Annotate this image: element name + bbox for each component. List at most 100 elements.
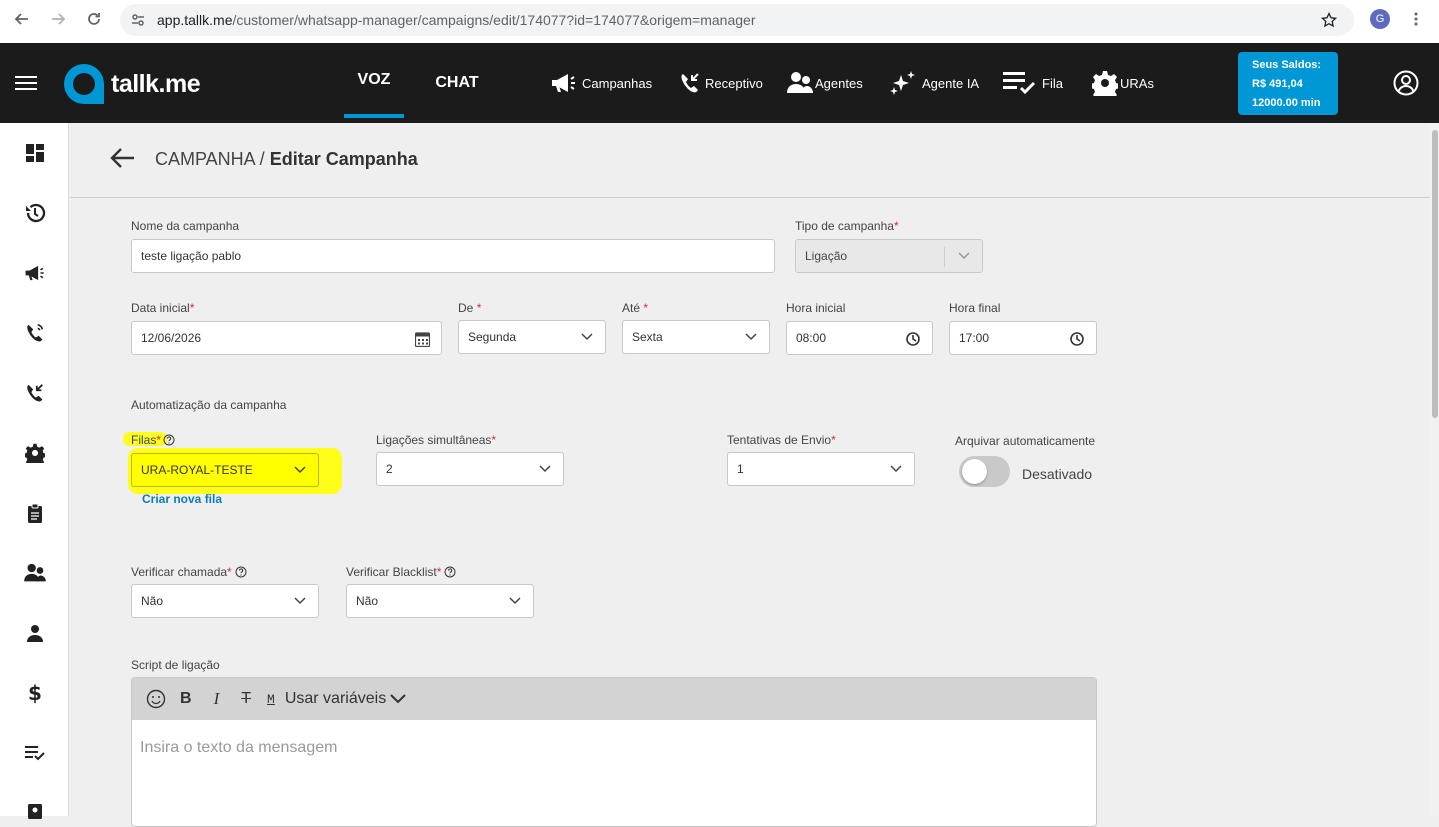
settings-gear-icon[interactable] bbox=[24, 442, 46, 464]
breadcrumb-parent[interactable]: CAMPANHA / bbox=[155, 149, 265, 169]
nav-uras[interactable]: URAs bbox=[1092, 70, 1154, 96]
main-content: CAMPANHA / Editar Campanha Nome da campa… bbox=[70, 123, 1430, 827]
verify-blacklist-select[interactable]: Não bbox=[346, 584, 534, 618]
simultaneous-label-text: Ligações simultâneas bbox=[376, 433, 492, 447]
campaign-name-input[interactable]: teste ligação pablo bbox=[131, 239, 775, 273]
logo-icon bbox=[64, 64, 104, 104]
bold-icon[interactable]: B bbox=[180, 690, 192, 708]
verify-blacklist-label-text: Verificar Blacklist bbox=[346, 565, 437, 579]
from-day-select[interactable]: Segunda bbox=[458, 320, 606, 354]
dashboard-icon[interactable] bbox=[24, 142, 46, 164]
sidebar-agents-icon[interactable] bbox=[24, 562, 46, 584]
page-header: CAMPANHA / Editar Campanha bbox=[70, 123, 1430, 198]
report-icon[interactable] bbox=[24, 800, 46, 822]
monospace-icon[interactable]: M bbox=[267, 692, 275, 707]
sparkles-icon bbox=[890, 71, 915, 95]
profile-initial: G bbox=[1375, 13, 1385, 25]
queues-label: Filas * bbox=[131, 433, 175, 447]
campaign-type-select[interactable]: Ligação bbox=[795, 239, 983, 273]
script-textarea[interactable]: Insira o texto da mensagem bbox=[132, 720, 1096, 776]
use-variables-dropdown[interactable]: Usar variáveis bbox=[285, 690, 406, 708]
nav-receptivo[interactable]: Receptivo bbox=[679, 71, 763, 95]
verify-call-value: Não bbox=[141, 594, 164, 608]
nav-agentes-label: Agentes bbox=[815, 75, 863, 91]
user-account-icon[interactable] bbox=[1393, 70, 1419, 101]
chevron-down-icon bbox=[581, 333, 593, 341]
nav-agente-ia[interactable]: Agente IA bbox=[889, 70, 979, 96]
to-day-select[interactable]: Sexta bbox=[622, 320, 770, 354]
to-day-value: Sexta bbox=[632, 330, 663, 344]
clock-icon[interactable] bbox=[906, 332, 920, 346]
sidebar-megaphone-icon[interactable] bbox=[24, 262, 46, 284]
nav-uras-label: URAs bbox=[1120, 75, 1154, 91]
start-hour-input[interactable]: 08:00 bbox=[786, 321, 933, 355]
playlist-check-icon[interactable] bbox=[24, 742, 46, 764]
automation-title: Automatização da campanha bbox=[131, 398, 287, 412]
address-bar[interactable]: app.tallk.me/customer/whatsapp-manager/c… bbox=[120, 4, 1354, 36]
start-date-label: Data inicial* bbox=[131, 301, 195, 315]
verify-call-label: Verificar chamada * bbox=[131, 565, 247, 579]
calendar-icon[interactable] bbox=[415, 331, 430, 347]
help-circle-icon[interactable] bbox=[163, 434, 175, 446]
profile-avatar[interactable]: G bbox=[1370, 9, 1390, 29]
clock-icon[interactable] bbox=[1070, 332, 1084, 346]
reload-icon[interactable] bbox=[84, 9, 104, 29]
scrollbar-thumb[interactable] bbox=[1432, 130, 1438, 418]
hamburger-menu-icon[interactable] bbox=[15, 74, 37, 92]
phone-incoming-sidebar-icon[interactable] bbox=[24, 382, 46, 404]
strikethrough-icon[interactable]: T bbox=[241, 690, 251, 708]
emoji-icon[interactable] bbox=[146, 689, 166, 709]
nav-fila[interactable]: Fila bbox=[1003, 71, 1063, 95]
site-settings-icon[interactable] bbox=[128, 10, 148, 30]
toggle-knob bbox=[962, 459, 987, 484]
chevron-down-icon bbox=[539, 465, 551, 473]
back-arrow-icon[interactable] bbox=[12, 9, 32, 29]
phone-ringing-icon[interactable] bbox=[24, 322, 46, 344]
help-circle-icon[interactable] bbox=[444, 566, 456, 578]
verify-call-select[interactable]: Não bbox=[131, 584, 319, 618]
forward-arrow-icon[interactable] bbox=[48, 9, 68, 29]
chevron-down-icon bbox=[294, 466, 306, 474]
script-placeholder: Insira o texto da mensagem bbox=[140, 739, 338, 756]
campaign-type-label-text: Tipo de campanha bbox=[795, 219, 894, 233]
to-day-label: Até * bbox=[622, 301, 649, 315]
create-queue-link[interactable]: Criar nova fila bbox=[142, 492, 222, 506]
logo-text: tallk.me bbox=[111, 69, 201, 98]
balance-money: R$ 491,04 bbox=[1252, 78, 1303, 90]
italic-icon[interactable]: I bbox=[214, 689, 220, 709]
chevron-down-icon bbox=[745, 333, 757, 341]
url-path: /customer/whatsapp-manager/campaigns/edi… bbox=[232, 12, 756, 28]
auto-archive-label: Arquivar automaticamente bbox=[955, 434, 1096, 448]
sidebar: $ bbox=[0, 123, 69, 819]
auto-archive-toggle[interactable] bbox=[959, 456, 1010, 487]
chevron-down-icon bbox=[890, 465, 902, 473]
person-icon[interactable] bbox=[24, 622, 46, 644]
start-hour-label: Hora inicial bbox=[786, 301, 846, 315]
balance-box[interactable]: Seus Saldos: R$ 491,04 12000.00 min bbox=[1238, 52, 1338, 115]
end-hour-input[interactable]: 17:00 bbox=[949, 321, 1097, 355]
end-hour-label: Hora final bbox=[949, 301, 1001, 315]
help-circle-icon[interactable] bbox=[235, 566, 247, 578]
url-host: app.tallk.me bbox=[157, 12, 233, 28]
tab-voz[interactable]: VOZ bbox=[344, 43, 404, 118]
gear-icon bbox=[1092, 71, 1118, 96]
attempts-select[interactable]: 1 bbox=[727, 452, 915, 486]
agents-icon bbox=[787, 72, 813, 93]
clipboard-icon[interactable] bbox=[24, 502, 46, 524]
browser-menu-icon[interactable] bbox=[1406, 9, 1426, 29]
history-icon[interactable] bbox=[24, 202, 46, 224]
logo[interactable]: tallk.me bbox=[61, 61, 201, 107]
editor-toolbar: B I T M Usar variáveis bbox=[132, 678, 1096, 720]
chevron-down-icon bbox=[390, 694, 406, 704]
queues-select[interactable]: URA-ROYAL-TESTE bbox=[131, 453, 319, 487]
nav-agentes[interactable]: Agentes bbox=[787, 71, 863, 95]
start-date-input[interactable]: 12/06/2026 bbox=[131, 321, 442, 355]
back-button[interactable] bbox=[109, 147, 135, 174]
start-date-label-text: Data inicial bbox=[131, 301, 190, 315]
nav-campanhas[interactable]: Campanhas bbox=[550, 71, 652, 95]
bookmark-star-icon[interactable] bbox=[1319, 10, 1339, 30]
dollar-icon[interactable]: $ bbox=[24, 681, 46, 705]
campaign-type-label: Tipo de campanha* bbox=[795, 219, 899, 233]
simultaneous-select[interactable]: 2 bbox=[376, 452, 564, 486]
tab-chat[interactable]: CHAT bbox=[426, 43, 488, 122]
